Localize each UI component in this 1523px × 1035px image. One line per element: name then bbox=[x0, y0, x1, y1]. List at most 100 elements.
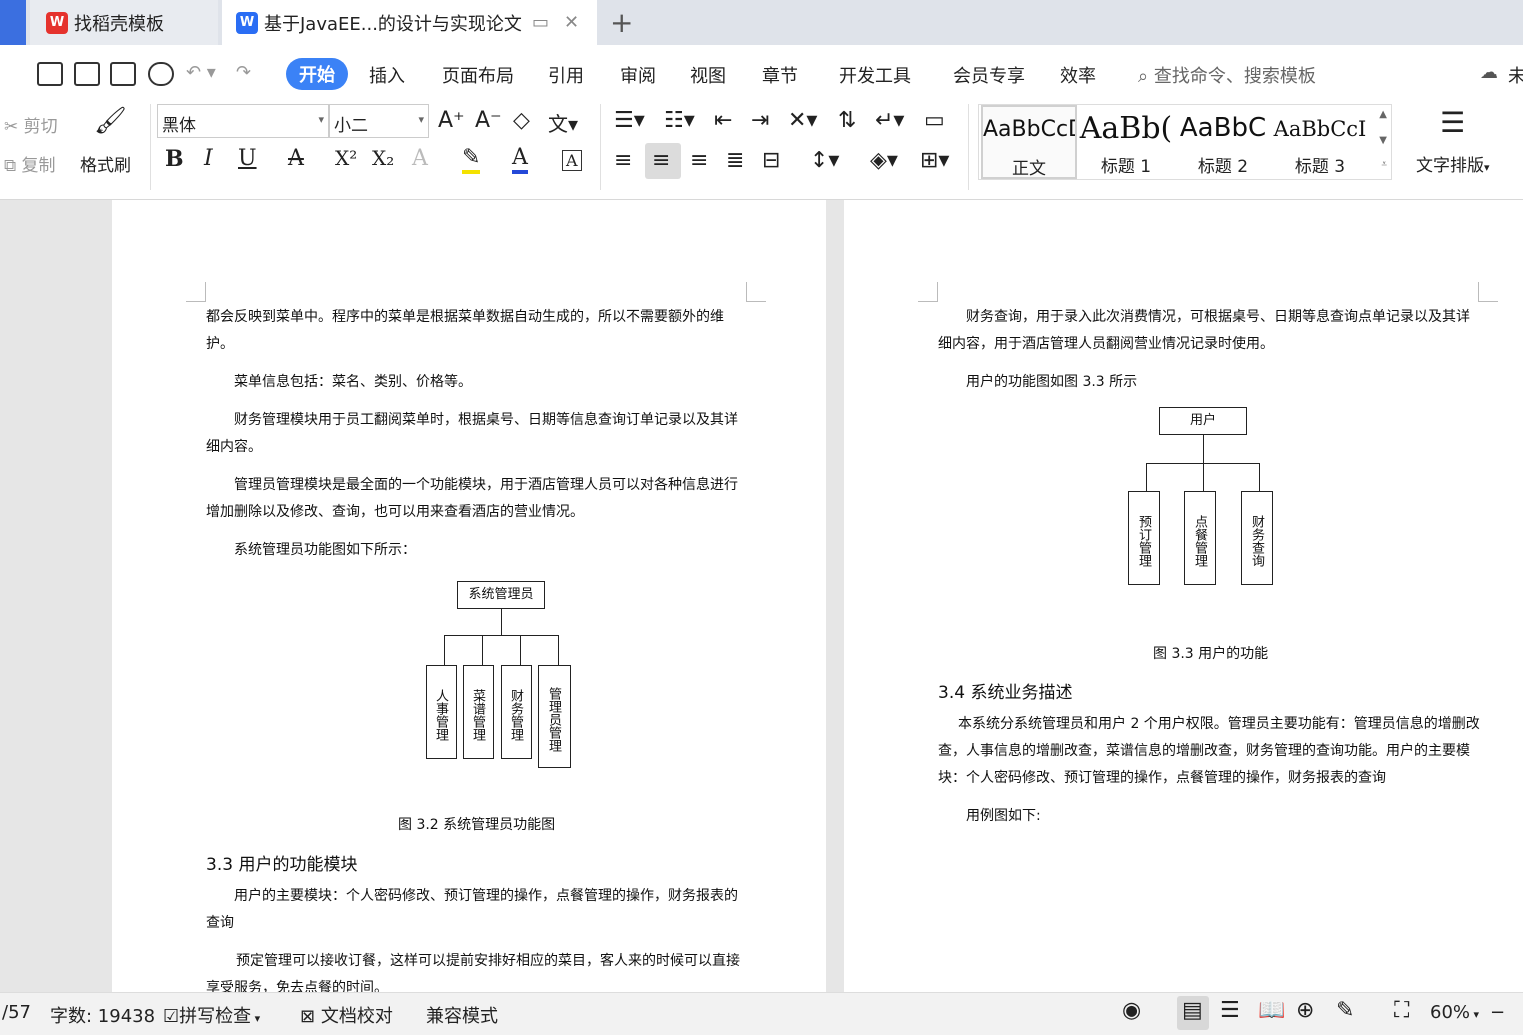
web-view-icon[interactable]: ⊕ bbox=[1296, 998, 1314, 1023]
chevron-down-icon: ▾ bbox=[251, 1012, 261, 1025]
zoom-select[interactable]: 60% ▾ bbox=[1430, 1002, 1479, 1023]
shrink-font-icon[interactable]: A⁻ bbox=[475, 108, 502, 133]
command-search[interactable]: ⌕ 查找命令、搜索模板 bbox=[1138, 62, 1316, 88]
menu-insert[interactable]: 插入 bbox=[369, 62, 405, 88]
superscript-button[interactable]: X² bbox=[335, 146, 357, 170]
save-icon[interactable] bbox=[37, 62, 63, 86]
paragraph: 本系统分系统管理员和用户 2 个用户权限。管理员主要功能有：管理员信息的增删改查… bbox=[938, 716, 1480, 786]
page-indicator[interactable]: /57 bbox=[2, 1002, 31, 1023]
menu-dev-tools[interactable]: 开发工具 bbox=[839, 62, 911, 88]
line-spacing-icon[interactable]: ↕▾ bbox=[810, 148, 839, 173]
style-heading-3[interactable]: AaBbCcI 标题 3 bbox=[1272, 105, 1368, 179]
menu-member[interactable]: 会员专享 bbox=[953, 62, 1025, 88]
distribute-icon[interactable]: ⊟ bbox=[762, 148, 780, 173]
highlight-button[interactable]: ✎ bbox=[462, 146, 481, 174]
cut-button[interactable]: ✂ 剪切 bbox=[4, 112, 58, 137]
document-area[interactable]: 都会反映到菜单中。程序中的菜单是根据菜单数据自动生成的，所以不需要额外的维护。 … bbox=[0, 200, 1523, 992]
text-layout-button[interactable]: 文字排版▾ bbox=[1416, 151, 1490, 176]
show-marks-icon[interactable]: ↵▾ bbox=[875, 108, 904, 133]
print-preview-icon[interactable] bbox=[148, 62, 174, 86]
tab-document[interactable]: W 基于JavaEE...的设计与实现论文 ▭ ✕ bbox=[222, 0, 597, 45]
page-view-icon[interactable]: ▤ bbox=[1182, 998, 1203, 1023]
outline-view-icon[interactable]: ☰ bbox=[1220, 998, 1240, 1023]
tab-scroll-left[interactable] bbox=[0, 0, 26, 45]
clear-format-icon[interactable]: ◇ bbox=[513, 108, 530, 133]
align-center-icon: ≡ bbox=[652, 148, 671, 173]
doc-check-button[interactable]: ⊠ 文档校对 bbox=[300, 1002, 393, 1028]
text-layout-label: 文字排版 bbox=[1416, 156, 1484, 176]
decrease-indent-icon[interactable]: ⇤ bbox=[714, 108, 732, 133]
menu-start[interactable]: 开始 bbox=[286, 58, 348, 90]
undo-icon[interactable]: ↶ ▾ bbox=[186, 62, 216, 83]
text-effect-button[interactable]: A bbox=[412, 146, 428, 171]
style-heading-2[interactable]: AaBbC 标题 2 bbox=[1175, 105, 1271, 179]
increase-indent-icon[interactable]: ⇥ bbox=[751, 108, 769, 133]
style-sample: AaBb( bbox=[1079, 111, 1173, 146]
copy-button[interactable]: ⧉ 复制 bbox=[4, 151, 56, 176]
command-search-label: 查找命令、搜索模板 bbox=[1153, 66, 1316, 87]
paragraph: 用例图如下: bbox=[966, 808, 1041, 824]
expand-styles-icon[interactable]: ⩡ bbox=[1381, 159, 1387, 170]
style-normal[interactable]: AaBbCcD 正文 bbox=[981, 105, 1077, 179]
font-size-value: 小二 bbox=[334, 116, 368, 136]
menu-chapter[interactable]: 章节 bbox=[762, 62, 798, 88]
char-border-button[interactable]: A bbox=[562, 150, 582, 171]
document-page-right[interactable]: 财务查询，用于录入此次消费情况，可根据桌号、日期等息查询点单记录以及其详细内容，… bbox=[844, 200, 1523, 992]
tab-template[interactable]: W 找稻壳模板 bbox=[30, 0, 218, 45]
tab-template-label: 找稻壳模板 bbox=[74, 13, 164, 35]
diagram-connector bbox=[444, 635, 445, 665]
menu-page-layout[interactable]: 页面布局 bbox=[442, 62, 514, 88]
style-heading-1[interactable]: AaBb( 标题 1 bbox=[1078, 105, 1174, 179]
margin-mark bbox=[1478, 282, 1498, 302]
chinese-layout-icon[interactable]: ✕▾ bbox=[788, 108, 817, 133]
align-right-icon[interactable]: ≡ bbox=[690, 148, 708, 173]
zoom-out-icon[interactable]: − bbox=[1490, 1002, 1505, 1023]
ruler-icon[interactable]: ▭ bbox=[924, 108, 945, 133]
format-painter-button[interactable]: 格式刷 bbox=[80, 151, 131, 176]
reading-view-icon[interactable]: 📖 bbox=[1258, 998, 1285, 1023]
menu-view[interactable]: 视图 bbox=[690, 62, 726, 88]
diagram-connector bbox=[1259, 463, 1260, 491]
strikethrough-button[interactable]: A bbox=[288, 146, 304, 171]
subscript-button[interactable]: X₂ bbox=[372, 146, 394, 170]
bullet-list-icon[interactable]: ☰▾ bbox=[614, 108, 645, 133]
sort-icon[interactable]: ⇅ bbox=[838, 108, 856, 133]
window-float-icon[interactable]: ▭ bbox=[532, 12, 549, 33]
cloud-sync-icon[interactable]: ☁ bbox=[1480, 62, 1498, 83]
underline-button[interactable]: U bbox=[238, 146, 257, 171]
chevron-down-icon[interactable]: ▼ bbox=[1379, 135, 1387, 146]
cloud-status-label: 未 bbox=[1508, 66, 1523, 87]
copy-label: 复制 bbox=[21, 156, 56, 176]
phonetic-guide-icon[interactable]: 文▾ bbox=[548, 108, 578, 137]
spell-check-button[interactable]: ☑拼写检查 ▾ bbox=[163, 1002, 260, 1028]
document-page-left[interactable]: 都会反映到菜单中。程序中的菜单是根据菜单数据自动生成的，所以不需要额外的维护。 … bbox=[112, 200, 826, 992]
align-left-icon[interactable]: ≡ bbox=[614, 148, 632, 173]
menu-review[interactable]: 审阅 bbox=[620, 62, 656, 88]
menu-efficiency[interactable]: 效率 bbox=[1060, 62, 1096, 88]
numbered-list-icon[interactable]: ☷▾ bbox=[664, 108, 695, 133]
add-tab-icon[interactable]: + bbox=[610, 6, 633, 39]
italic-button[interactable]: I bbox=[204, 146, 213, 171]
export-pdf-icon[interactable] bbox=[74, 62, 100, 86]
bold-button[interactable]: B bbox=[165, 146, 184, 172]
justify-icon[interactable]: ≣ bbox=[726, 148, 744, 173]
font-color-button[interactable]: A bbox=[512, 146, 528, 174]
write-view-icon[interactable]: ✎ bbox=[1336, 998, 1354, 1023]
shading-icon[interactable]: ◈▾ bbox=[870, 148, 898, 173]
grow-font-icon[interactable]: A⁺ bbox=[438, 108, 465, 133]
scissors-icon: ✂ bbox=[4, 117, 19, 137]
eye-protection-icon[interactable]: ◉ bbox=[1122, 998, 1141, 1023]
menu-references[interactable]: 引用 bbox=[548, 62, 584, 88]
font-size-select[interactable]: 小二 ▾ bbox=[329, 104, 429, 138]
word-count[interactable]: 字数: 19438 bbox=[50, 1002, 155, 1028]
redo-icon[interactable]: ↷ bbox=[236, 62, 251, 83]
borders-icon[interactable]: ⊞▾ bbox=[920, 148, 949, 173]
style-gallery: AaBbCcD 正文 AaBb( 标题 1 AaBbC 标题 2 AaBbCcI… bbox=[978, 104, 1392, 180]
font-name-select[interactable]: 黑体 ▾ bbox=[157, 104, 329, 138]
chevron-up-icon[interactable]: ▲ bbox=[1379, 109, 1387, 120]
print-icon[interactable] bbox=[110, 62, 136, 86]
close-tab-icon[interactable]: ✕ bbox=[564, 12, 579, 33]
copy-icon: ⧉ bbox=[4, 156, 17, 176]
fit-page-icon[interactable]: ⛶ bbox=[1394, 998, 1409, 1023]
proofread-icon: ⊠ bbox=[300, 1006, 316, 1027]
